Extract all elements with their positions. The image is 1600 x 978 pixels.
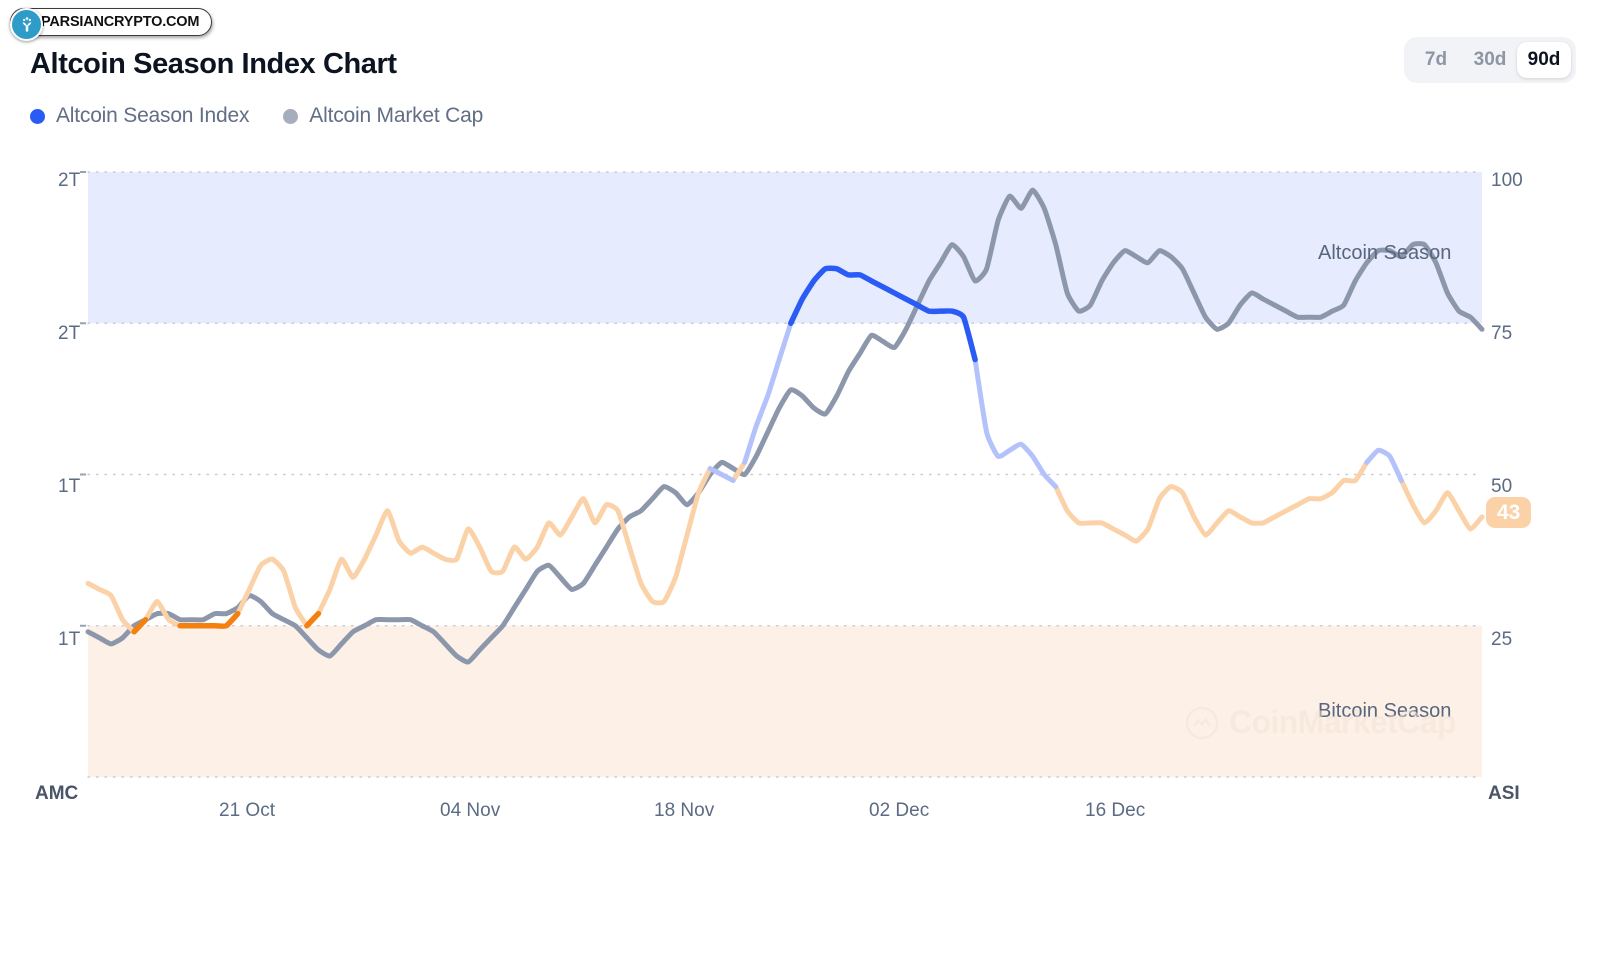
site-watermark-text: PARSIANCRYPTO.COM (41, 14, 200, 30)
left-axis-tick-1: 2T (58, 323, 81, 344)
right-axis-tick-3: 25 (1491, 629, 1513, 650)
coinmarketcap-watermark: CoinMarketCap (1185, 704, 1457, 741)
coinmarketcap-logo-icon (1185, 706, 1219, 739)
zone-band-0 (88, 172, 1482, 324)
chart-area: 2T 2T 1T 1T 100 75 50 25 43 Altcoin Seas… (0, 0, 1600, 978)
current-value-badge: 43 (1486, 497, 1532, 528)
right-axis-tick-2: 50 (1491, 476, 1513, 497)
series-line-altcoin-season-index-nh (742, 320, 794, 465)
coinmarketcap-watermark-text: CoinMarketCap (1229, 704, 1457, 740)
right-axis-tick-0: 100 (1491, 170, 1523, 191)
chart-canvas (80, 171, 1485, 778)
series-line-altcoin-season-index-bs (304, 610, 322, 629)
x-axis-tick-0: 21 Oct (219, 800, 275, 821)
left-axis-name: AMC (35, 783, 79, 804)
series-line-altcoin-season-index-nl (143, 599, 183, 629)
series-line-altcoin-season-index-nh (1364, 447, 1404, 484)
parsian-plant-logo-icon (10, 8, 43, 41)
series-line-altcoin-season-index-nh (707, 465, 736, 484)
right-axis-name: ASI (1488, 783, 1520, 804)
left-axis-tick-2: 1T (58, 476, 81, 497)
zone-label-altcoin-season: Altcoin Season (1318, 242, 1452, 264)
series-line-altcoin-season-index-nl (85, 580, 137, 635)
x-axis-tick-3: 02 Dec (869, 800, 930, 821)
left-axis-tick-3: 1T (58, 629, 81, 650)
right-axis-tick-1: 75 (1491, 323, 1513, 344)
left-axis-tick-0: 2T (58, 170, 81, 191)
x-axis-tick-2: 18 Nov (654, 800, 715, 821)
series-line-altcoin-season-index-nl (1398, 478, 1485, 532)
site-watermark-badge: PARSIANCRYPTO.COM (10, 7, 213, 41)
zone-band-1 (88, 625, 1482, 777)
series-line-altcoin-season-index-nh (972, 357, 1059, 490)
x-axis-tick-4: 16 Dec (1085, 800, 1146, 821)
x-axis-tick-1: 04 Nov (440, 800, 501, 821)
series-line-altcoin-season-index-nl (315, 465, 713, 617)
